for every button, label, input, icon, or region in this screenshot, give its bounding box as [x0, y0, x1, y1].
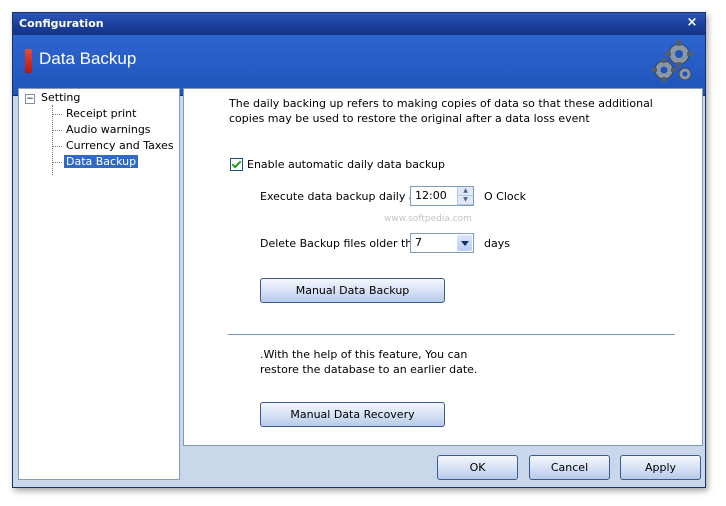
window-title: Configuration: [19, 17, 104, 30]
data-backup-panel: The daily backing up refers to making co…: [183, 88, 703, 446]
title-bar: Configuration ×: [13, 13, 705, 35]
dropdown-arrow-icon[interactable]: [457, 235, 472, 251]
enable-backup-label: Enable automatic daily data backup: [247, 158, 445, 171]
header-band: Data Backup: [13, 35, 705, 96]
backup-time-value: 12:00: [415, 189, 447, 202]
tree-branch: [52, 114, 62, 115]
page-title: Data Backup: [39, 49, 137, 68]
delete-backup-label: Delete Backup files older than: [260, 237, 426, 250]
ok-button[interactable]: OK: [437, 455, 518, 480]
restore-note: .With the help of this feature, You can …: [260, 348, 478, 376]
backup-description: The daily backing up refers to making co…: [229, 97, 653, 125]
tree-branch: [52, 146, 62, 147]
manual-data-recovery-button[interactable]: Manual Data Recovery: [260, 402, 445, 427]
tree-root-setting[interactable]: Setting: [41, 91, 80, 104]
backup-days-select[interactable]: 7: [410, 233, 474, 253]
tree-connector: [52, 105, 53, 175]
settings-tree: − Setting Receipt print Audio warnings C…: [18, 88, 180, 480]
section-divider: [228, 334, 675, 335]
backup-days-value: 7: [415, 236, 422, 249]
configuration-window: Configuration × Data Backup − Setting Re…: [12, 12, 706, 488]
tree-item-currency-and-taxes[interactable]: Currency and Taxes: [66, 139, 174, 152]
cancel-button[interactable]: Cancel: [529, 455, 610, 480]
days-suffix-label: days: [484, 237, 510, 250]
tree-item-receipt-print[interactable]: Receipt print: [66, 107, 136, 120]
manual-data-backup-button[interactable]: Manual Data Backup: [260, 278, 445, 303]
spin-up-icon[interactable]: ▲: [458, 187, 473, 196]
execute-time-label: Execute data backup daily at: [260, 190, 420, 203]
time-suffix-label: O Clock: [484, 190, 527, 203]
header-accent-bar: [25, 49, 32, 73]
tree-branch: [52, 162, 62, 163]
spin-down-icon[interactable]: ▼: [458, 196, 473, 205]
tree-item-audio-warnings[interactable]: Audio warnings: [66, 123, 151, 136]
collapse-icon[interactable]: −: [25, 94, 35, 104]
backup-time-spinner[interactable]: 12:00 ▲ ▼: [410, 186, 474, 206]
time-spin-buttons[interactable]: ▲ ▼: [457, 187, 473, 205]
close-icon[interactable]: ×: [685, 16, 699, 30]
enable-backup-checkbox[interactable]: [230, 158, 243, 171]
watermark: www.softpedia.com: [384, 214, 472, 224]
tree-item-data-backup[interactable]: Data Backup: [64, 155, 139, 168]
gears-icon: [652, 40, 693, 82]
apply-button[interactable]: Apply: [620, 455, 701, 480]
tree-branch: [52, 130, 62, 131]
